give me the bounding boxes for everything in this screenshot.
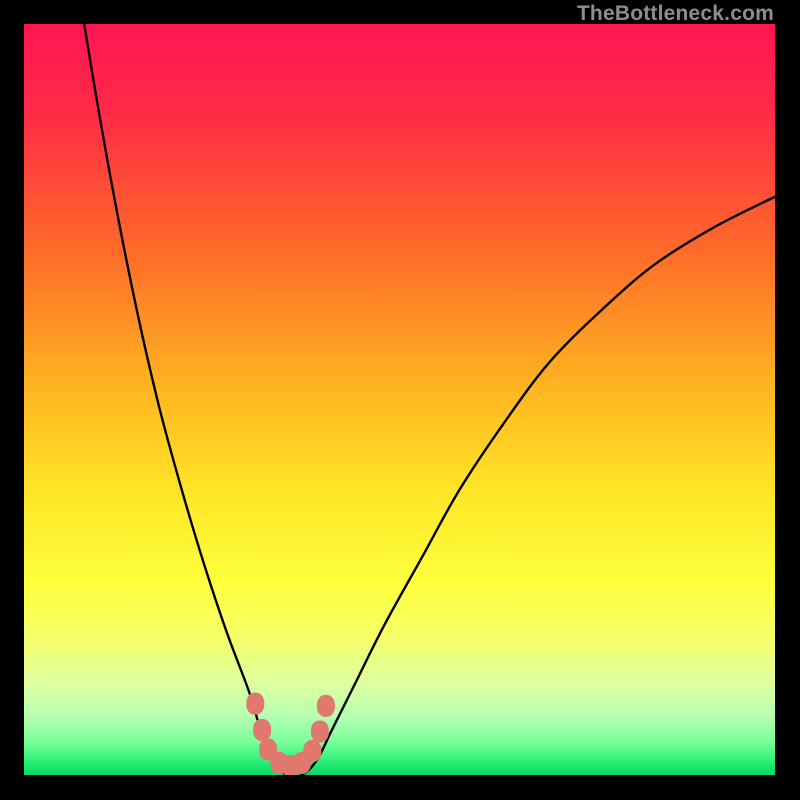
- valley-marker: [317, 695, 335, 717]
- chart-frame: TheBottleneck.com: [0, 0, 800, 800]
- valley-marker: [311, 720, 329, 742]
- valley-marker: [253, 719, 271, 741]
- valley-marker: [303, 740, 321, 762]
- bottleneck-curve: [24, 24, 775, 775]
- valley-marker: [246, 693, 264, 715]
- watermark-text: TheBottleneck.com: [577, 2, 774, 26]
- plot-area: [24, 24, 775, 775]
